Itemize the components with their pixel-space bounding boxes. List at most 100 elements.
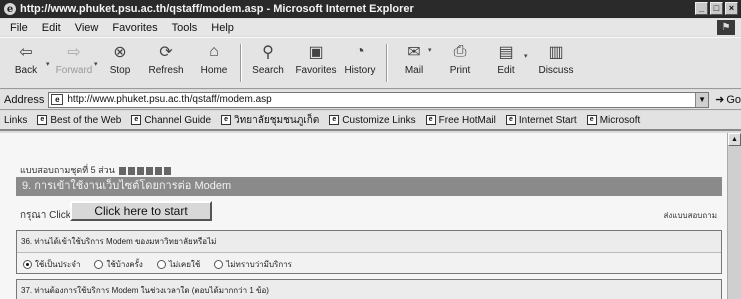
go-button[interactable]: ➜ Go [715,93,741,107]
search-label: Search [252,65,284,76]
question-36-title: 36. ท่านได้เข้าใช้บริการ Modem ของมหาวิท… [17,231,721,253]
edit-label: Edit [497,65,515,76]
page-icon: e [221,115,232,125]
address-dropdown-icon[interactable]: ▼ [695,92,709,107]
discuss-button[interactable]: ▥ Discuss [536,41,576,85]
close-button[interactable]: × [725,2,738,15]
home-button[interactable]: ⌂ Home [194,41,234,85]
page-icon: e [37,115,48,125]
menu-view[interactable]: View [75,22,99,34]
ie-logo-icon: e [4,3,16,15]
progress-square [119,166,127,175]
menu-tools[interactable]: Tools [172,22,198,34]
discuss-label: Discuss [538,65,574,76]
printer-icon: ⎙ [453,43,467,60]
option-unaware[interactable]: ไม่ทราบว่ามีบริการ [214,258,292,271]
edit-button[interactable]: ▤ Edit [486,41,526,85]
history-label: History [344,65,376,76]
menu-file[interactable]: File [10,22,28,34]
section-title: 9. การเข้าใช้งานเว็บไซต์โดยการต่อ Modem [16,177,722,196]
link-label: Free HotMail [438,114,496,126]
link-label: Microsoft [599,114,641,126]
submit-note[interactable]: ส่งแบบสอบถาม [664,209,717,222]
favorites-label: Favorites [295,65,337,76]
progress-square [137,166,145,175]
please-click-label: กรุณา Click [20,210,71,221]
search-button[interactable]: ⚲ Search [248,41,288,85]
stop-label: Stop [109,65,131,76]
radio[interactable] [94,260,104,269]
discuss-icon: ▥ [548,44,564,61]
back-arrow-icon: ⇦ [19,44,33,61]
radio[interactable] [156,260,166,269]
stop-button[interactable]: ⊗ Stop [100,41,140,85]
window-controls: _ □ × [695,2,738,15]
forward-arrow-icon: ⇨ [67,44,81,61]
forward-label: Forward [55,65,93,76]
link-label: Channel Guide [144,114,212,126]
option-label: ไม่ทราบว่ามีบริการ [226,260,292,269]
menu-help[interactable]: Help [211,22,234,34]
link-label: วิทยาลัยชุมชนภูเก็ต [234,114,320,126]
print-button[interactable]: ⎙ Print [440,41,480,85]
refresh-button[interactable]: ⟳ Refresh [146,41,186,85]
page-icon: e [329,115,340,125]
links-bar: Links e Best of the Web e Channel Guide eว… [0,111,741,131]
link-internet-start[interactable]: e Internet Start [505,115,577,126]
menu-bar: File Edit View Favorites Tools Help ⚑ [0,19,741,36]
favorites-button[interactable]: ▣ Favorites [295,41,337,85]
forward-dropdown-icon[interactable]: ▾ [94,60,98,68]
links-label: Links [4,114,28,126]
radio[interactable] [214,260,224,269]
go-label: Go [726,93,741,106]
menu-edit[interactable]: Edit [42,22,61,34]
vertical-scrollbar[interactable]: ▲ [727,133,741,299]
mail-label: Mail [404,65,424,76]
option-label: ใช้เป็นประจำ [35,260,81,269]
standard-toolbar: ⇦ Back ▾ ⇨ Forward ▾ ⊗ Stop ⟳ Refresh ⌂ … [0,37,741,89]
address-label: Address [4,93,45,106]
forward-button[interactable]: ⇨ Forward [54,41,94,85]
menu-favorites[interactable]: Favorites [112,22,157,34]
search-icon: ⚲ [262,44,274,61]
refresh-icon: ⟳ [159,44,173,61]
edit-page-icon: ▤ [498,44,514,61]
question-36: 36. ท่านได้เข้าใช้บริการ Modem ของมหาวิท… [16,230,722,274]
back-label: Back [14,65,38,76]
link-channel-guide[interactable]: e Channel Guide [131,115,211,126]
stop-icon: ⊗ [113,44,127,61]
breadcrumb: แบบสอบถามชุดที่ 5 ส่วน [20,163,172,177]
toolbar-separator [240,44,242,82]
history-button[interactable]: ◔ History [340,41,380,85]
back-button[interactable]: ⇦ Back [6,41,46,85]
question-37: 37. ท่านต้องการใช้บริการ Modem ในช่วงเวล… [16,279,722,299]
option-sometimes[interactable]: ใช้บ้างครั้ง [94,258,143,271]
progress-square [146,166,154,175]
address-bar: Address e http://www.phuket.psu.ac.th/qs… [0,90,741,110]
link-community-college[interactable]: e วิทยาลัยชุมชนภูเก็ต [221,113,319,128]
edit-dropdown-icon[interactable]: ▾ [524,52,528,60]
link-free-hotmail[interactable]: e Free HotMail [425,114,496,126]
address-url: http://www.phuket.psu.ac.th/qstaff/modem… [67,94,272,105]
maximize-button[interactable]: □ [710,2,723,15]
start-button[interactable]: Click here to start [70,201,212,221]
option-regular[interactable]: ใช้เป็นประจำ [23,258,80,271]
minimize-button[interactable]: _ [695,2,708,15]
option-label: ใช้บ้างครั้ง [106,260,143,269]
address-input[interactable]: e http://www.phuket.psu.ac.th/qstaff/mod… [48,91,710,108]
link-customize-links[interactable]: e Customize Links [329,115,416,126]
windows-logo-icon: ⚑ [717,20,735,35]
scroll-up-icon[interactable]: ▲ [728,133,741,146]
option-never[interactable]: ไม่เคยใช้ [156,258,201,271]
link-microsoft[interactable]: e Microsoft [586,114,641,126]
breadcrumb-text: แบบสอบถามชุดที่ 5 ส่วน [20,165,115,175]
radio-selected[interactable] [23,260,32,269]
back-dropdown-icon[interactable]: ▾ [46,60,50,68]
page-icon: e [586,115,597,125]
link-best-of-web[interactable]: e Best of the Web [37,115,121,126]
favorites-icon: ▣ [308,44,324,61]
mail-icon: ✉ [407,44,421,61]
mail-dropdown-icon[interactable]: ▾ [428,46,432,54]
option-label: ไม่เคยใช้ [168,260,201,269]
history-icon: ◔ [355,43,365,60]
